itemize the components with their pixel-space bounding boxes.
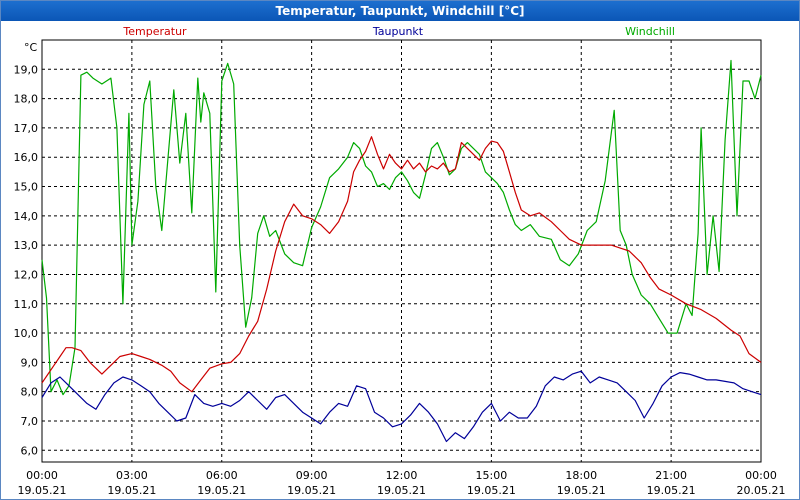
x-tick-time: 18:00 [565, 469, 597, 482]
y-tick-label: 17,0 [14, 122, 39, 135]
y-axis-unit-label: °C [24, 41, 38, 54]
y-tick-label: 11,0 [14, 298, 39, 311]
x-tick-date: 20.05.21 [737, 484, 786, 497]
x-tick-time: 06:00 [206, 469, 238, 482]
y-tick-label: 7,0 [21, 415, 39, 428]
x-tick-time: 03:00 [116, 469, 148, 482]
y-tick-label: 8,0 [21, 386, 39, 399]
y-tick-label: 9,0 [21, 356, 39, 369]
x-tick-date: 19.05.21 [467, 484, 516, 497]
x-tick-date: 19.05.21 [197, 484, 246, 497]
legend-temperatur: Temperatur [122, 25, 187, 38]
x-tick-time: 21:00 [655, 469, 687, 482]
y-tick-label: 15,0 [14, 181, 39, 194]
legend-windchill: Windchill [625, 25, 675, 38]
x-tick-time: 12:00 [386, 469, 418, 482]
y-tick-label: 12,0 [14, 268, 39, 281]
y-tick-label: 10,0 [14, 327, 39, 340]
x-tick-date: 19.05.21 [557, 484, 606, 497]
x-tick-time: 09:00 [296, 469, 328, 482]
x-tick-date: 19.05.21 [287, 484, 336, 497]
x-tick-date: 19.05.21 [18, 484, 67, 497]
x-tick-time: 00:00 [745, 469, 777, 482]
y-tick-label: 16,0 [14, 151, 39, 164]
y-tick-label: 14,0 [14, 210, 39, 223]
x-tick-date: 19.05.21 [647, 484, 696, 497]
y-tick-label: 19,0 [14, 63, 39, 76]
grid-lines [42, 40, 761, 462]
x-tick-date: 19.05.21 [377, 484, 426, 497]
line-chart: 6,0 7,0 8,0 9,0 10,0 11,0 12,0 13,0 14,0 15,0 16,0… [14, 25, 786, 497]
legend-taupunkt: Taupunkt [372, 25, 424, 38]
y-tick-label: 6,0 [21, 444, 39, 457]
x-tick-date: 19.05.21 [107, 484, 156, 497]
x-tick-time: 15:00 [476, 469, 508, 482]
legend: Temperatur Taupunkt Windchill [122, 25, 675, 38]
x-tick-time: 00:00 [26, 469, 58, 482]
y-tick-label: 13,0 [14, 239, 39, 252]
y-tick-label: 18,0 [14, 93, 39, 106]
